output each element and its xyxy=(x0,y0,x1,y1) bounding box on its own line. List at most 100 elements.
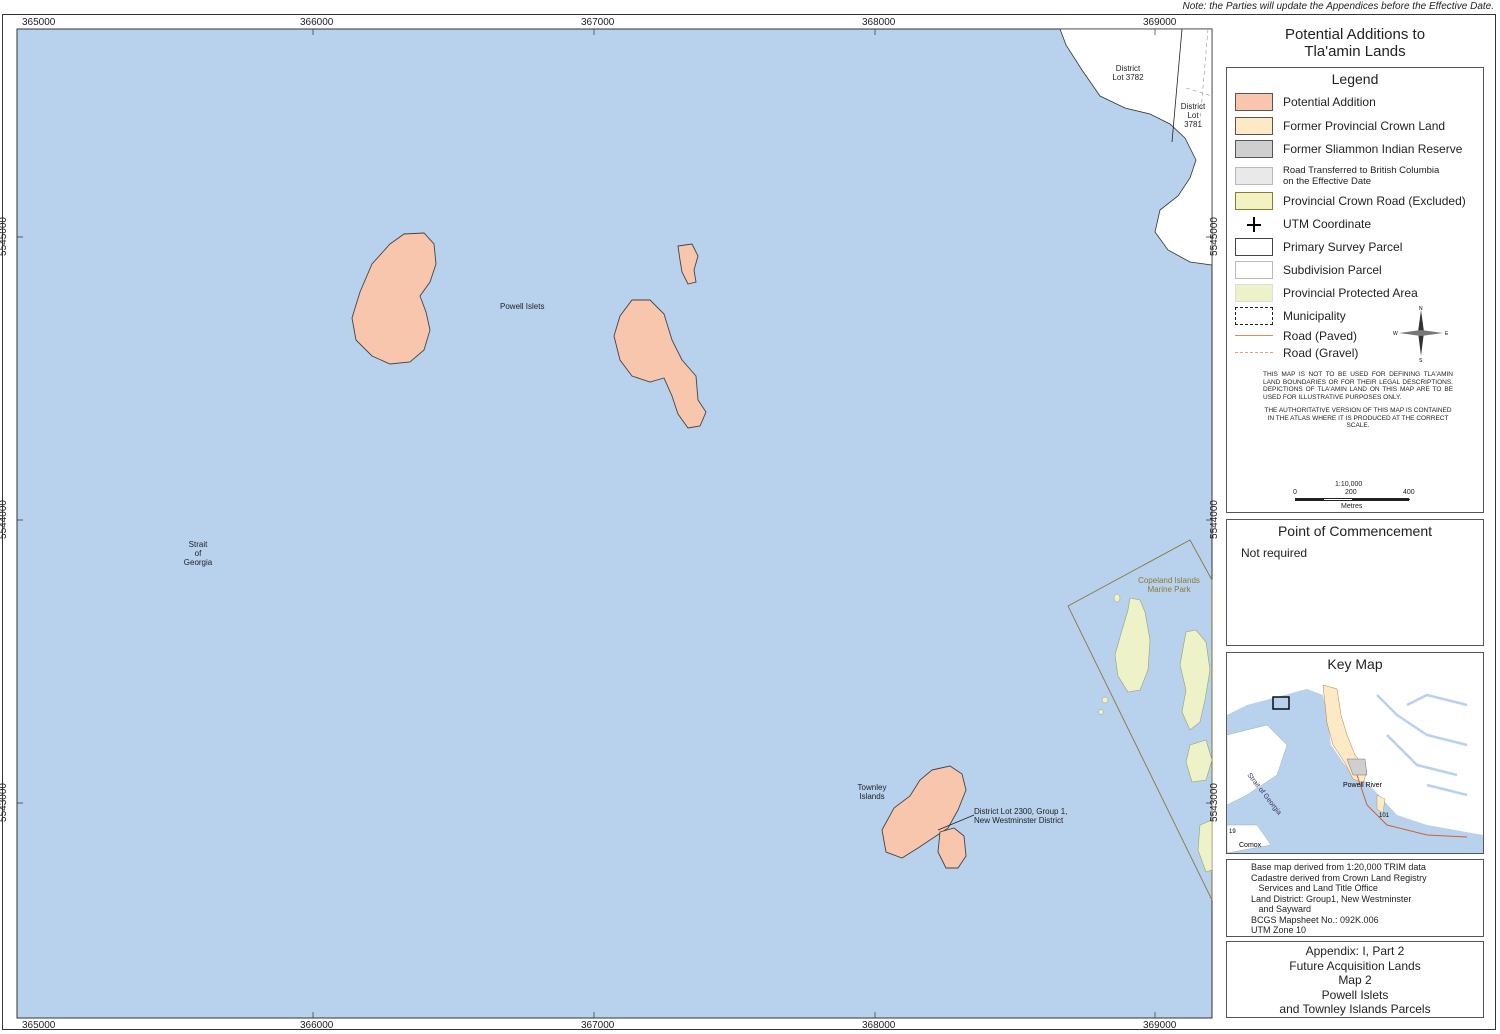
label-line: Islands xyxy=(859,792,885,801)
copeland-islet xyxy=(1101,696,1109,704)
legend-item-utm: UTM Coordinate xyxy=(1235,214,1371,234)
legend-label: Primary Survey Parcel xyxy=(1283,240,1403,254)
legend-item-road-paved: Road (Paved) xyxy=(1235,327,1357,345)
label-line: Lot 3782 xyxy=(1112,73,1144,82)
x-tick-label: 365000 xyxy=(22,17,56,28)
info-line: UTM Zone 10 xyxy=(1251,925,1307,935)
legend-item-crown-road: Provincial Crown Road (Excluded) xyxy=(1235,191,1466,211)
legend-swatch xyxy=(1235,192,1273,210)
legend-label: Road Transferred to British Columbia on … xyxy=(1283,165,1440,187)
x-tick-label: 369000 xyxy=(1143,1020,1177,1031)
north-label: N xyxy=(1419,306,1423,312)
keymap-image: Strait of Georgia Powell River Comox 101… xyxy=(1227,675,1483,853)
legend-label: Former Provincial Crown Land xyxy=(1283,119,1446,133)
legend-label: Potential Addition xyxy=(1283,95,1376,109)
commencement-panel: Point of Commencement Not required xyxy=(1226,519,1484,646)
commencement-heading: Point of Commencement xyxy=(1277,523,1433,539)
keymap-label: 19 xyxy=(1229,829,1236,835)
label-townley-islands: Townley Islands xyxy=(850,783,894,801)
disclaimer-2: The authoritative version of this map is… xyxy=(1264,407,1452,429)
appendix-line: Future Acquisition Lands xyxy=(1289,958,1421,973)
label-strait-of-georgia: Strait of Georgia xyxy=(180,540,216,567)
legend-item-indian-reserve: Former Sliammon Indian Reserve xyxy=(1235,139,1462,159)
label-dl3782: District Lot 3782 xyxy=(1106,64,1150,82)
commencement-text: Not required xyxy=(1241,546,1308,560)
legend-heading: Legend xyxy=(1331,71,1379,87)
y-tick-label: 5543000 xyxy=(1208,783,1220,822)
legend-swatch xyxy=(1235,284,1273,302)
x-tick-label: 366000 xyxy=(300,1020,334,1031)
keymap-label: 101 xyxy=(1379,813,1390,819)
label-line: District xyxy=(1115,64,1141,73)
legend-item-road-transferred: Road Transferred to British Columbia on … xyxy=(1235,164,1443,188)
label-line: Townley xyxy=(857,783,887,792)
legend-item-crown-land: Former Provincial Crown Land xyxy=(1235,116,1445,136)
scale-ratio: 1:10,000 xyxy=(1335,481,1363,488)
label-copeland-park: Copeland Islands Marine Park xyxy=(1132,576,1206,594)
legend-item-primary-parcel: Primary Survey Parcel xyxy=(1235,237,1402,257)
info-line: BCGS Mapsheet No.: 092K.006 xyxy=(1251,914,1379,925)
legend-swatch xyxy=(1235,167,1273,185)
legend-label: Road (Gravel) xyxy=(1283,346,1359,360)
appendix-line: and Townley Islands Parcels xyxy=(1279,1002,1431,1016)
label-line: of xyxy=(194,549,202,558)
scale-tick: 200 xyxy=(1345,489,1357,496)
x-tick-label: 365000 xyxy=(22,1020,56,1031)
x-tick-label: 366000 xyxy=(300,17,334,28)
label-dl2300: District Lot 2300, Group 1, New Westmins… xyxy=(974,807,1067,825)
y-tick-label: 5544000 xyxy=(0,500,9,539)
copeland-islet xyxy=(1098,709,1104,715)
x-tick-label: 368000 xyxy=(862,17,896,28)
appendix-line: Appendix: I, Part 2 xyxy=(1305,944,1405,958)
legend-item-potential-addition: Potential Addition xyxy=(1235,92,1376,112)
legend-swatch xyxy=(1235,238,1273,256)
south-label: S xyxy=(1419,358,1423,362)
title-panel: Potential Additions to Tla'amin Lands xyxy=(1226,26,1484,66)
appendix-line: Map 2 xyxy=(1338,973,1372,987)
legend-swatch xyxy=(1235,117,1273,135)
legend-label: Municipality xyxy=(1283,309,1346,323)
legend-item-municipality: Municipality xyxy=(1235,306,1346,326)
label-line: Lot xyxy=(1187,111,1199,120)
y-tick-label: 5544000 xyxy=(1208,500,1220,539)
label-line: New Westminster District xyxy=(974,816,1064,825)
legend-label: Road (Paved) xyxy=(1283,329,1358,343)
disclaimer-1: This map is not to be used for defining … xyxy=(1263,371,1453,401)
label-line: District Lot 2300, Group 1, xyxy=(974,807,1068,816)
copeland-islet xyxy=(1113,593,1121,603)
legend-swatch xyxy=(1235,327,1273,345)
appendix-panel: Appendix: I, Part 2 Future Acquisition L… xyxy=(1226,941,1484,1018)
scale-tick: 0 xyxy=(1293,489,1297,496)
legend-panel: Legend Potential Addition Former Provinc… xyxy=(1226,67,1484,513)
info-panel: Base map derived from 1:20,000 TRIM data… xyxy=(1226,859,1484,937)
label-line: 3781 xyxy=(1184,120,1202,129)
y-tick-label: 5545000 xyxy=(0,217,9,256)
label-line: Georgia xyxy=(183,558,213,567)
legend-swatch xyxy=(1235,344,1273,362)
keymap-label: Powell River xyxy=(1343,782,1383,789)
legend-swatch xyxy=(1235,140,1273,158)
appendix-line: Powell Islets xyxy=(1321,987,1389,1002)
west-label: W xyxy=(1393,331,1398,337)
legend-label: Subdivision Parcel xyxy=(1283,263,1382,277)
info-line: Services and Land Title Office xyxy=(1251,883,1378,893)
appendix-text: Appendix: I, Part 2 Future Acquisition L… xyxy=(1227,942,1483,1017)
north-arrow-icon: N S E W xyxy=(1393,306,1449,362)
info-text: Base map derived from 1:20,000 TRIM data… xyxy=(1251,862,1427,936)
utm-cross-icon xyxy=(1235,215,1273,233)
legend-item-subdivision: Subdivision Parcel xyxy=(1235,260,1382,280)
x-tick-label: 367000 xyxy=(581,1020,615,1031)
info-line: Base map derived from 1:20,000 TRIM data xyxy=(1251,862,1426,872)
water-area xyxy=(16,28,1213,1019)
label-dl3781: District Lot 3781 xyxy=(1178,102,1208,129)
info-line: Land District: Group1, New Westminster xyxy=(1251,893,1412,904)
legend-item-protected-area: Provincial Protected Area xyxy=(1235,283,1418,303)
scale-bar: 1:10,000 0 200 400 Metres xyxy=(1287,478,1427,514)
label-powell-islets: Powell Islets xyxy=(500,302,545,311)
x-tick-label: 367000 xyxy=(581,17,615,28)
keymap-label: Comox xyxy=(1239,842,1262,849)
x-tick-label: 369000 xyxy=(1143,17,1177,28)
label-line: Marine Park xyxy=(1147,585,1191,594)
legend-label: Former Sliammon Indian Reserve xyxy=(1283,142,1463,156)
scale-tick: 400 xyxy=(1403,489,1415,496)
